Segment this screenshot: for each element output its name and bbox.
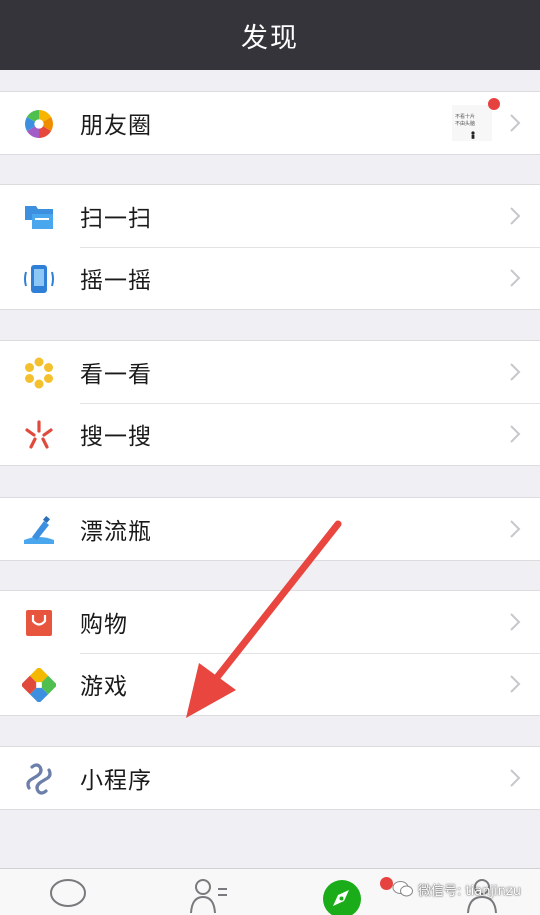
thumbnail-text-line2: 不由头脑 bbox=[455, 121, 476, 127]
drift-bottle-icon bbox=[24, 515, 54, 544]
thumbnail-text-line1: 不看十片 bbox=[455, 114, 476, 120]
chevron-right-icon bbox=[510, 207, 521, 225]
group-stories-search: 看一看 搜一搜 bbox=[0, 340, 540, 466]
watermark: 微信号: tianjinzu bbox=[392, 877, 521, 901]
menu-item-label: 购物 bbox=[80, 612, 128, 638]
menu-item-moments[interactable]: 朋友圈 不看十片 不由头脑 bbox=[0, 92, 540, 154]
menu-item-label: 扫一扫 bbox=[80, 206, 152, 232]
watermark-text: 微信号: tianjinzu bbox=[418, 883, 521, 899]
group-moments: 朋友圈 不看十片 不由头脑 bbox=[0, 91, 540, 155]
menu-item-label: 摇一摇 bbox=[80, 268, 152, 294]
group-shopping-games: 购物 游戏 bbox=[0, 590, 540, 716]
menu-item-scan[interactable]: 扫一扫 bbox=[0, 185, 540, 247]
chevron-right-icon bbox=[510, 363, 521, 381]
group-mini-programs: 小程序 bbox=[0, 746, 540, 810]
menu-item-label: 朋友圈 bbox=[80, 113, 152, 139]
menu-item-shake[interactable]: 摇一摇 bbox=[0, 247, 540, 309]
menu-item-label: 看一看 bbox=[80, 362, 152, 388]
mini-programs-icon bbox=[26, 763, 52, 795]
navbar: 发现 bbox=[0, 0, 540, 70]
chevron-right-icon bbox=[510, 613, 521, 631]
moments-thumbnail: 不看十片 不由头脑 bbox=[452, 105, 492, 141]
menu-item-drift-bottle[interactable]: 漂流瓶 bbox=[0, 498, 540, 560]
chevron-right-icon bbox=[510, 769, 521, 787]
menu-item-label: 小程序 bbox=[80, 768, 152, 794]
chats-tab-icon[interactable] bbox=[48, 877, 88, 913]
chevron-right-icon bbox=[510, 520, 521, 538]
shopping-icon bbox=[26, 610, 52, 636]
discover-tab-icon[interactable] bbox=[322, 879, 362, 915]
menu-item-label: 漂流瓶 bbox=[80, 519, 152, 545]
menu-item-label: 游戏 bbox=[80, 674, 128, 700]
menu-item-search[interactable]: 搜一搜 bbox=[0, 403, 540, 465]
chevron-right-icon bbox=[510, 269, 521, 287]
menu-item-shopping[interactable]: 购物 bbox=[0, 591, 540, 653]
contacts-tab-icon[interactable] bbox=[188, 877, 228, 913]
moments-icon bbox=[25, 110, 53, 138]
group-drift-bottle: 漂流瓶 bbox=[0, 497, 540, 561]
menu-item-games[interactable]: 游戏 bbox=[0, 653, 540, 715]
search-icon bbox=[25, 420, 53, 449]
shake-icon bbox=[24, 265, 54, 293]
new-post-badge bbox=[488, 98, 500, 110]
menu-item-top-stories[interactable]: 看一看 bbox=[0, 341, 540, 403]
person-figure-icon bbox=[471, 131, 475, 139]
wechat-logo-icon bbox=[392, 881, 413, 897]
menu-item-mini-programs[interactable]: 小程序 bbox=[0, 747, 540, 809]
chevron-right-icon bbox=[510, 114, 521, 132]
games-icon bbox=[22, 668, 56, 702]
group-scan-shake: 扫一扫 摇一摇 bbox=[0, 184, 540, 310]
page-title: 发现 bbox=[241, 22, 299, 54]
menu-item-label: 搜一搜 bbox=[80, 424, 152, 450]
chevron-right-icon bbox=[510, 425, 521, 443]
chevron-right-icon bbox=[510, 675, 521, 693]
top-stories-icon bbox=[25, 357, 53, 389]
scan-icon bbox=[25, 206, 53, 229]
